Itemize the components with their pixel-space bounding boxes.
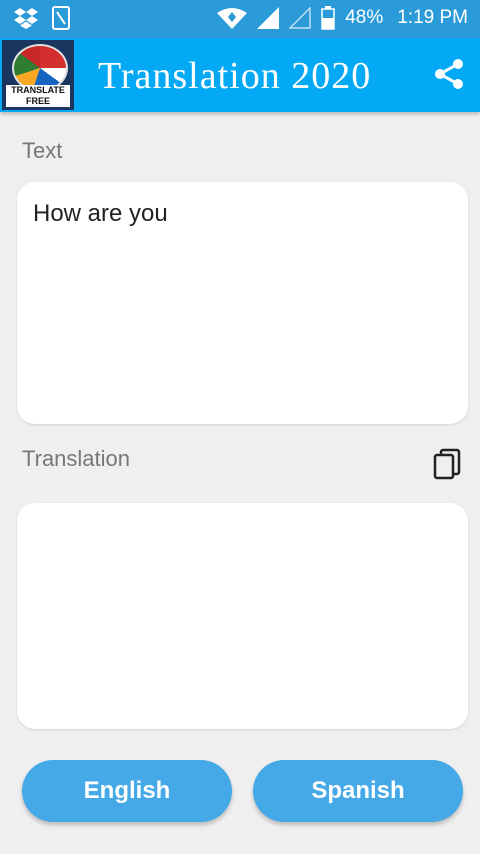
clock: 1:19 PM: [397, 7, 468, 28]
source-language-button[interactable]: English: [22, 760, 232, 822]
logo-badge: TRANSLATE FREE: [6, 85, 70, 107]
sim-card-icon: [52, 6, 70, 30]
wifi-icon: [217, 8, 248, 29]
source-label: Text: [22, 138, 63, 163]
app-bar: TRANSLATE FREE Translation 2020: [0, 38, 480, 112]
translation-output[interactable]: [17, 503, 468, 729]
translation-label: Translation: [22, 446, 131, 471]
dropbox-icon: [14, 8, 38, 29]
copy-icon[interactable]: [432, 448, 462, 480]
signal-empty-icon: [289, 7, 311, 29]
target-language-button[interactable]: Spanish: [253, 760, 463, 822]
share-icon[interactable]: [434, 58, 464, 90]
app-logo: TRANSLATE FREE: [2, 40, 74, 110]
battery-percent: 48%: [345, 7, 384, 28]
status-bar: 48% 1:19 PM: [0, 0, 480, 38]
source-text-value: How are you: [33, 200, 168, 227]
battery-icon: [321, 6, 335, 30]
page-title: Translation 2020: [98, 55, 372, 97]
signal-icon: [257, 7, 280, 29]
source-text-input[interactable]: How are you: [17, 182, 468, 424]
